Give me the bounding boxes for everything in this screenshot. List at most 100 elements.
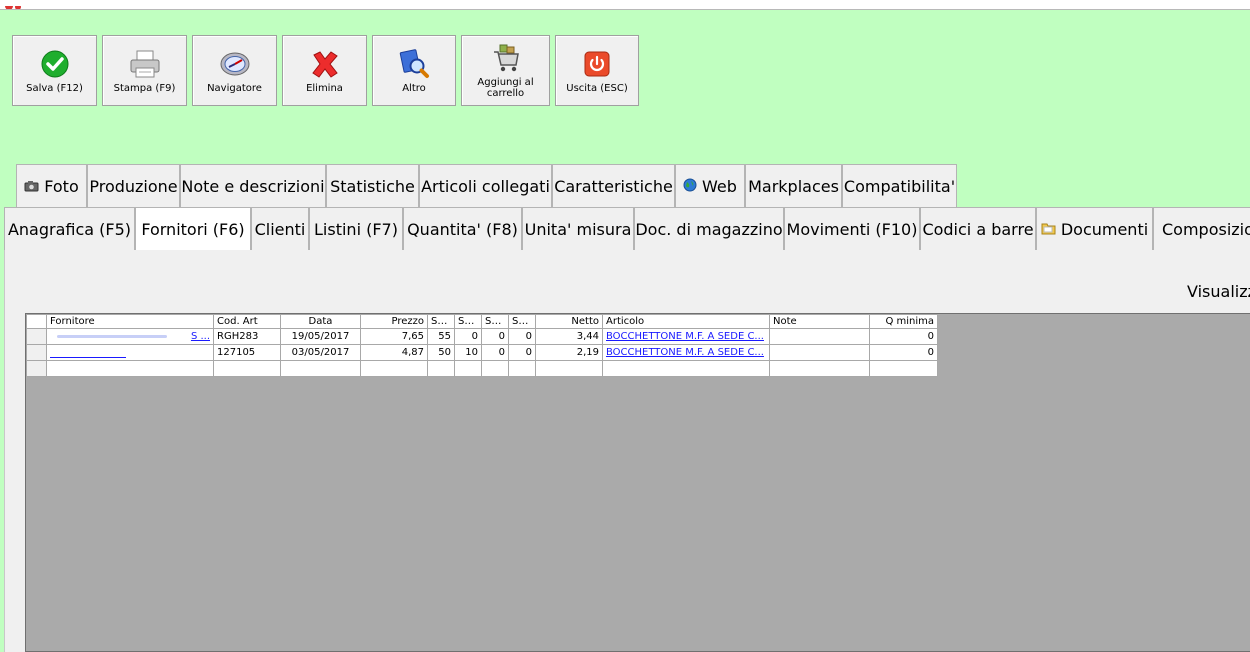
tab-composizione[interactable]: Composizione [1153, 207, 1250, 250]
column-header[interactable]: Sc.1 [427, 314, 455, 329]
print-button[interactable]: Stampa (F9) [102, 35, 187, 106]
empty-cell[interactable] [508, 360, 536, 377]
column-header[interactable]: Sc.3 [481, 314, 509, 329]
tab-doc-magazzino[interactable]: Doc. di magazzino [634, 207, 784, 250]
cell-sc2: 0 [454, 328, 482, 345]
row-indicator[interactable] [26, 328, 47, 345]
column-header[interactable]: Q minima [869, 314, 938, 329]
tab-unita-misura[interactable]: Unita' misura [522, 207, 634, 250]
supplier-link[interactable]: S ... [46, 328, 214, 345]
cell-data: 19/05/2017 [280, 328, 361, 345]
tab-compatibilita-label: Compatibilita' [843, 176, 956, 196]
table-row-new[interactable] [26, 360, 938, 377]
tab-web[interactable]: Web [675, 164, 745, 207]
empty-cell[interactable] [213, 360, 281, 377]
empty-cell[interactable] [46, 360, 214, 377]
suppliers-grid[interactable]: Fornitore Cod. Art Data Prezzo Sc.1 Sc.2… [25, 313, 1250, 652]
tab-statistiche[interactable]: Statistiche [326, 164, 419, 207]
tab-produzione-label: Produzione [89, 176, 178, 196]
row-indicator[interactable] [26, 344, 47, 361]
column-header[interactable]: Articolo [602, 314, 770, 329]
save-button[interactable]: Salva (F12) [12, 35, 97, 106]
exit-button-label: Uscita (ESC) [566, 82, 628, 94]
tab-fornitori[interactable]: Fornitori (F6) [135, 207, 251, 250]
table-header-row: Fornitore Cod. Art Data Prezzo Sc.1 Sc.2… [26, 314, 938, 329]
cell-note [769, 344, 870, 361]
cell-prezzo: 4,87 [360, 344, 428, 361]
column-header[interactable]: Fornitore [46, 314, 214, 329]
tab-movimenti[interactable]: Movimenti (F10) [784, 207, 920, 250]
delete-button[interactable]: Elimina [282, 35, 367, 106]
empty-cell[interactable] [869, 360, 938, 377]
column-header[interactable]: Netto [535, 314, 603, 329]
tab-listini[interactable]: Listini (F7) [309, 207, 403, 250]
more-button[interactable]: Altro [372, 35, 456, 106]
cell-sc2: 10 [454, 344, 482, 361]
cell-sc4: 0 [508, 328, 536, 345]
tab-web-label: Web [702, 176, 737, 196]
tab-produzione[interactable]: Produzione [87, 164, 180, 207]
row-indicator[interactable] [26, 360, 47, 377]
tab-note-descrizioni-label: Note e descrizioni [181, 176, 325, 196]
tab-quantita-label: Quantita' (F8) [407, 219, 518, 239]
tab-statistiche-label: Statistiche [330, 176, 415, 196]
tab-composizione-label: Composizione [1162, 219, 1250, 239]
title-bar [0, 0, 1250, 10]
column-header[interactable]: Data [280, 314, 361, 329]
navigator-button[interactable]: Navigatore [192, 35, 277, 106]
tab-markplaces[interactable]: Markplaces [745, 164, 842, 207]
tab-compatibilita[interactable]: Compatibilita' [842, 164, 957, 207]
redacted-name [50, 357, 126, 358]
tab-documenti-label: Documenti [1060, 219, 1149, 239]
column-header[interactable]: Cod. Art [213, 314, 281, 329]
view-label: Visualizz [1187, 282, 1250, 301]
tab-codici-a-barre[interactable]: Codici a barre [920, 207, 1036, 250]
more-button-label: Altro [402, 82, 426, 94]
empty-cell[interactable] [602, 360, 770, 377]
cell-cod-art: RGH283 [213, 328, 281, 345]
table-row[interactable]: S ... RGH283 19/05/2017 7,65 55 0 0 0 3,… [26, 328, 938, 345]
tab-documenti[interactable]: Documenti [1036, 207, 1153, 250]
empty-cell[interactable] [427, 360, 455, 377]
cell-netto: 2,19 [535, 344, 603, 361]
cell-cod-art: 127105 [213, 344, 281, 361]
empty-cell[interactable] [360, 360, 428, 377]
add-to-cart-button[interactable]: Aggiungi al carrello [461, 35, 550, 106]
tab-unita-misura-label: Unita' misura [524, 219, 632, 239]
tab-note-descrizioni[interactable]: Note e descrizioni [180, 164, 326, 207]
column-header[interactable]: Note [769, 314, 870, 329]
article-link[interactable]: BOCCHETTONE M.F. A SEDE C... [602, 328, 770, 345]
exit-button[interactable]: Uscita (ESC) [555, 35, 639, 106]
empty-cell[interactable] [481, 360, 509, 377]
redacted-name [56, 334, 167, 338]
cell-sc1: 55 [427, 328, 455, 345]
article-link[interactable]: BOCCHETTONE M.F. A SEDE C... [602, 344, 770, 361]
save-button-label: Salva (F12) [26, 82, 83, 94]
tab-movimenti-label: Movimenti (F10) [786, 219, 918, 239]
tab-quantita[interactable]: Quantita' (F8) [403, 207, 522, 250]
cell-sc1: 50 [427, 344, 455, 361]
cell-q-minima: 0 [869, 328, 938, 345]
tab-anagrafica-label: Anagrafica (F5) [7, 219, 132, 239]
supplier-link[interactable] [46, 344, 214, 361]
column-header[interactable]: Prezzo [360, 314, 428, 329]
column-header[interactable]: Sc.4 [508, 314, 536, 329]
empty-cell[interactable] [280, 360, 361, 377]
tab-anagrafica[interactable]: Anagrafica (F5) [4, 207, 135, 250]
tab-codici-a-barre-label: Codici a barre [922, 219, 1034, 239]
cell-sc3: 0 [481, 344, 509, 361]
table-row[interactable]: 127105 03/05/2017 4,87 50 10 0 0 2,19 BO… [26, 344, 938, 361]
cell-note [769, 328, 870, 345]
column-header[interactable]: Sc.2 [454, 314, 482, 329]
suppliers-table: Fornitore Cod. Art Data Prezzo Sc.1 Sc.2… [26, 314, 938, 377]
tab-caratteristiche[interactable]: Caratteristiche [552, 164, 675, 207]
app-icon [0, 0, 24, 9]
tab-foto[interactable]: Foto [16, 164, 87, 207]
camera-icon [24, 177, 39, 196]
tab-articoli-collegati[interactable]: Articoli collegati [419, 164, 552, 207]
empty-cell[interactable] [535, 360, 603, 377]
empty-cell[interactable] [769, 360, 870, 377]
tab-clienti[interactable]: Clienti [251, 207, 309, 250]
delete-button-label: Elimina [306, 82, 343, 94]
empty-cell[interactable] [454, 360, 482, 377]
